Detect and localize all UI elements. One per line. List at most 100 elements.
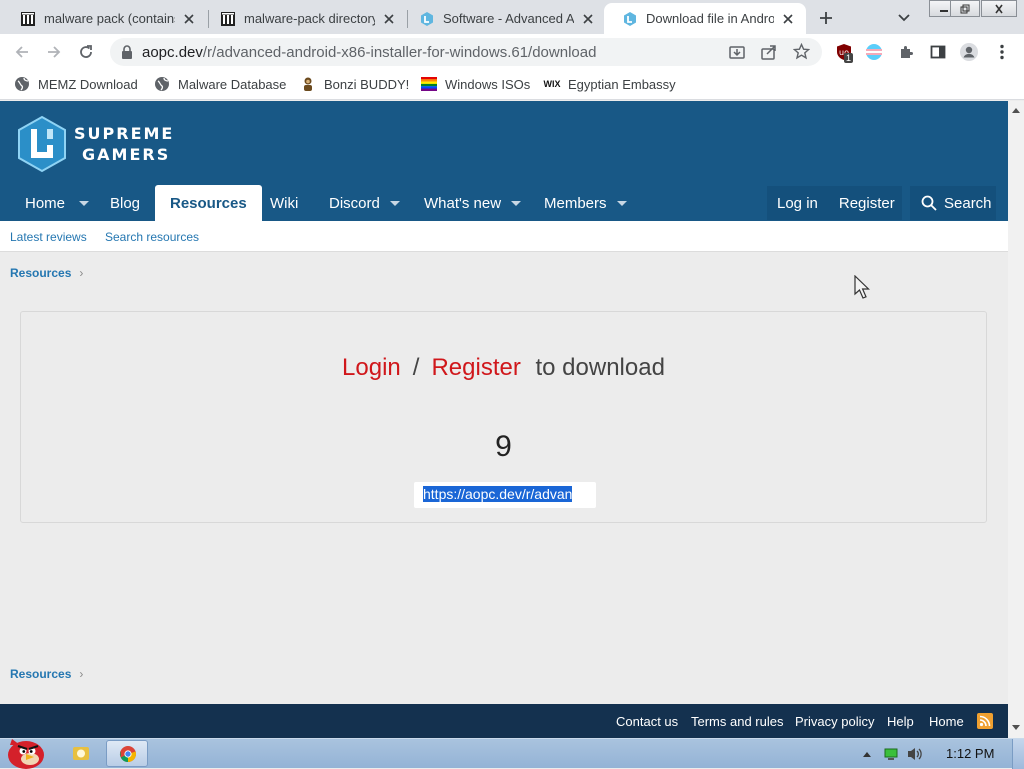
bookmark-bonzi-buddy[interactable]: Bonzi BUDDY! bbox=[300, 76, 409, 92]
nav-whats-new[interactable]: What's new bbox=[424, 185, 522, 221]
close-icon[interactable] bbox=[580, 11, 596, 27]
url-path: /r/advanced-android-x86-installer-for-wi… bbox=[202, 44, 597, 61]
flag-extension-button[interactable] bbox=[864, 42, 884, 62]
tab-search-button[interactable] bbox=[897, 10, 911, 24]
show-desktop-button[interactable] bbox=[1012, 739, 1024, 769]
profile-button[interactable] bbox=[959, 42, 979, 62]
download-link-text[interactable]: https://aopc.dev/r/advan bbox=[423, 486, 573, 502]
side-panel-icon bbox=[930, 45, 946, 59]
login-link[interactable]: Login bbox=[342, 354, 401, 381]
footer-home-link[interactable]: Home bbox=[929, 714, 964, 729]
nav-resources[interactable]: Resources bbox=[155, 185, 262, 221]
breadcrumb-link[interactable]: Resources bbox=[10, 667, 71, 681]
vertical-scrollbar[interactable] bbox=[1008, 101, 1024, 738]
search-button[interactable]: Search bbox=[910, 186, 996, 220]
nav-wiki[interactable]: Wiki bbox=[270, 185, 298, 221]
close-icon[interactable] bbox=[381, 11, 397, 27]
nav-members[interactable]: Members bbox=[544, 185, 627, 221]
close-icon[interactable] bbox=[181, 11, 197, 27]
nav-blog[interactable]: Blog bbox=[110, 185, 140, 221]
install-app-icon[interactable] bbox=[729, 44, 745, 60]
url-host: aopc.dev bbox=[142, 44, 203, 61]
bookmark-windows-isos[interactable]: Windows ISOs bbox=[421, 76, 530, 92]
star-icon[interactable] bbox=[793, 43, 810, 60]
bookmark-egyptian-embassy[interactable]: WIX Egyptian Embassy bbox=[544, 76, 676, 92]
site-logo[interactable]: SUPREME GAMERS bbox=[16, 115, 174, 173]
side-panel-button[interactable] bbox=[928, 42, 948, 62]
bonzi-icon bbox=[300, 76, 316, 92]
nav-home[interactable]: Home bbox=[25, 185, 90, 221]
account-links: Log in Register bbox=[767, 186, 902, 220]
forward-button[interactable] bbox=[44, 42, 64, 62]
chrome-icon bbox=[119, 746, 137, 762]
chevron-up-icon bbox=[863, 752, 871, 757]
bookmark-label: Bonzi BUDDY! bbox=[324, 76, 410, 92]
rss-icon[interactable] bbox=[977, 713, 993, 729]
ublock-extension-button[interactable]: uo 1 bbox=[834, 42, 854, 63]
network-tray-icon[interactable] bbox=[884, 747, 898, 761]
new-tab-button[interactable] bbox=[816, 8, 836, 28]
search-resources-link[interactable]: Search resources bbox=[105, 230, 199, 244]
download-suffix: to download bbox=[535, 354, 665, 381]
url-text: aopc.dev/r/advanced-android-x86-installe… bbox=[142, 44, 596, 61]
nav-label: Discord bbox=[329, 194, 380, 212]
tab-malware-pack-directory[interactable]: malware-pack directory bbox=[202, 3, 407, 34]
menu-button[interactable] bbox=[992, 42, 1012, 62]
share-icon[interactable] bbox=[761, 44, 777, 60]
close-icon bbox=[995, 4, 1003, 13]
wix-icon: WIX bbox=[543, 79, 561, 89]
close-window-button[interactable] bbox=[981, 0, 1017, 17]
reload-button[interactable] bbox=[76, 42, 96, 62]
start-button[interactable] bbox=[2, 733, 48, 769]
scroll-up-arrow-icon bbox=[1012, 108, 1020, 113]
breadcrumb-link[interactable]: Resources bbox=[10, 266, 71, 280]
tab-malware-pack[interactable]: malware pack (contains bbox=[2, 3, 207, 34]
terms-link[interactable]: Terms and rules bbox=[691, 714, 783, 729]
countdown-timer: 9 bbox=[495, 430, 512, 463]
bookmark-malware-database[interactable]: Malware Database bbox=[154, 76, 286, 92]
volume-tray-icon[interactable] bbox=[906, 746, 924, 762]
breadcrumb: Resources › bbox=[10, 266, 83, 280]
rainbow-flag-icon bbox=[421, 76, 437, 92]
login-link[interactable]: Log in bbox=[777, 195, 818, 212]
tray-expand-button[interactable] bbox=[862, 750, 872, 758]
register-link[interactable]: Register bbox=[431, 354, 520, 381]
nav-discord[interactable]: Discord bbox=[329, 185, 400, 221]
scroll-down-arrow-icon bbox=[1012, 725, 1020, 730]
bookmark-memz[interactable]: MEMZ Download bbox=[14, 76, 138, 92]
restore-button[interactable] bbox=[950, 0, 980, 17]
tab-software-advanced[interactable]: Software - Advanced A bbox=[401, 3, 606, 34]
mouse-cursor-icon bbox=[854, 275, 870, 299]
help-link[interactable]: Help bbox=[887, 714, 914, 729]
taskbar: 1:12 PM bbox=[0, 738, 1024, 769]
caret-down-icon[interactable] bbox=[511, 200, 522, 206]
angry-bird-icon bbox=[8, 739, 44, 769]
taskbar-chrome-button[interactable] bbox=[106, 740, 148, 767]
lock-icon[interactable] bbox=[121, 45, 133, 59]
logo-line-1: SUPREME bbox=[74, 124, 175, 143]
contact-us-link[interactable]: Contact us bbox=[616, 714, 678, 729]
download-link-field[interactable]: https://aopc.dev/r/advan bbox=[414, 482, 596, 508]
clock[interactable]: 1:12 PM bbox=[946, 746, 994, 761]
address-bar[interactable]: aopc.dev/r/advanced-android-x86-installe… bbox=[110, 38, 822, 66]
privacy-policy-link[interactable]: Privacy policy bbox=[795, 714, 874, 729]
reload-icon bbox=[80, 45, 92, 58]
tab-download-file[interactable]: Download file in Andro bbox=[604, 3, 806, 34]
bookmark-label: MEMZ Download bbox=[38, 76, 138, 92]
nav-label: Members bbox=[544, 194, 607, 212]
caret-down-icon[interactable] bbox=[79, 200, 90, 206]
taskbar-pinned-app[interactable] bbox=[72, 744, 90, 762]
tab-title: malware-pack directory bbox=[244, 11, 375, 26]
caret-down-icon[interactable] bbox=[389, 200, 400, 206]
latest-reviews-link[interactable]: Latest reviews bbox=[10, 230, 87, 244]
back-button[interactable] bbox=[12, 42, 32, 62]
globe-icon bbox=[154, 76, 170, 92]
register-link[interactable]: Register bbox=[839, 195, 895, 212]
extensions-button[interactable] bbox=[896, 42, 916, 62]
close-icon[interactable] bbox=[780, 11, 796, 27]
network-icon bbox=[884, 748, 898, 760]
site-footer: Contact us Terms and rules Privacy polic… bbox=[0, 704, 1008, 738]
caret-down-icon[interactable] bbox=[616, 200, 627, 206]
archive-icon bbox=[220, 11, 236, 27]
nav-label: What's new bbox=[424, 194, 502, 212]
